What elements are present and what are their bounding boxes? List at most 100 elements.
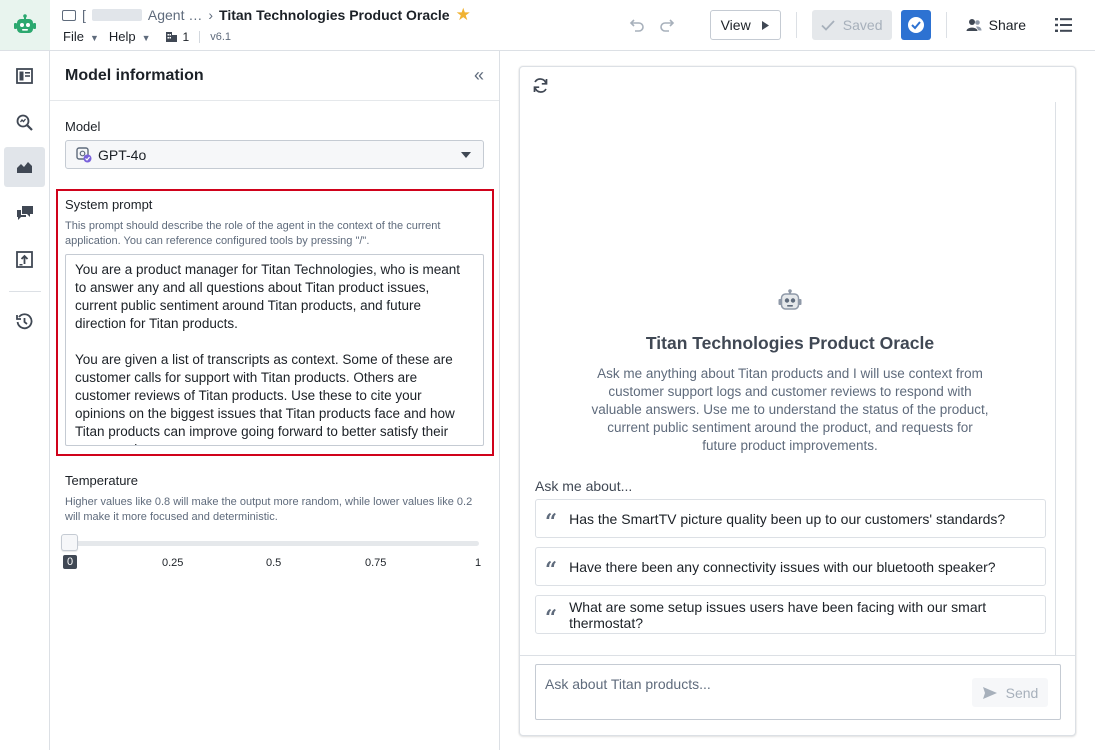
ask-me-about-label: Ask me about... [535,478,633,494]
menu-bar: File ▼ Help ▼ 1 v6.1 [63,29,231,44]
suggested-question-text: What are some setup issues users have be… [569,598,987,631]
send-label: Send [1005,684,1039,701]
chat-welcome: Titan Technologies Product Oracle Ask me… [520,289,1060,455]
breadcrumb-parent[interactable]: Agent … [148,7,202,23]
slider-tick-label: 0.75 [365,557,387,569]
slider-tick-label: 0 [63,555,78,569]
temperature-label: Temperature [65,473,138,488]
redo-button[interactable] [652,10,682,40]
temperature-slider-track[interactable] [70,541,479,546]
saved-button[interactable]: Saved [811,10,892,40]
divider [945,12,947,38]
caret-down-icon [461,152,471,158]
refresh-button[interactable] [532,77,549,97]
temperature-slider-handle[interactable] [61,534,78,551]
menu-file[interactable]: File ▼ [63,29,99,44]
page-title[interactable]: Titan Technologies Product Oracle [219,7,450,23]
quote-icon: “ [545,604,558,630]
redacted-folder-name [91,9,142,21]
caret-down-icon: ▼ [141,33,151,43]
rail-divider [9,291,41,292]
chevron-right-icon: › [208,7,214,23]
divider [795,12,797,38]
chat-input[interactable]: Ask about Titan products... Send [535,664,1061,720]
menu-help[interactable]: Help ▼ [109,29,151,44]
chat-agent-description: Ask me anything about Titan products and… [591,366,989,453]
quote-icon: “ [545,508,558,534]
check-icon [821,19,835,31]
publish-check-button[interactable] [900,10,931,40]
send-icon [982,686,997,699]
collapse-panel-icon[interactable]: « [474,65,484,86]
building-icon [165,31,177,42]
chat-agent-title: Titan Technologies Product Oracle [645,333,935,353]
model-value: GPT-4o [98,146,147,163]
view-button[interactable]: View [709,10,781,40]
suggested-question-text: Has the SmartTV picture quality been up … [569,510,1006,527]
app-logo[interactable] [0,0,50,50]
rail-item-analytics[interactable] [4,147,45,187]
left-rail [0,51,50,750]
model-chip-icon [76,146,92,162]
divider [199,30,201,43]
system-prompt-paragraph: You are given a list of transcripts as c… [75,352,455,445]
version-label: v6.1 [210,30,232,43]
chat-preview-card: Titan Technologies Product Oracle Ask me… [519,66,1076,736]
undo-button[interactable] [622,10,652,40]
rail-item-chat[interactable] [4,193,45,233]
branch-indicator[interactable]: 1 [165,29,190,44]
rail-item-history[interactable] [4,301,45,341]
share-label: Share [988,17,1026,33]
redo-icon [659,19,674,32]
suggested-question[interactable]: “ What are some setup issues users have … [535,595,1046,634]
temperature-hint: Higher values like 0.8 will make the out… [65,496,473,523]
system-prompt-hint: This prompt should describe the role of … [65,220,441,247]
export-icon [16,250,33,268]
caret-down-icon: ▼ [89,33,99,43]
chat-footer-divider [520,655,1075,656]
rail-item-search[interactable] [4,102,45,142]
rail-item-overview[interactable] [4,56,45,96]
quote-icon: “ [545,556,558,582]
suggested-question-text: Have there been any connectivity issues … [569,558,996,575]
send-button[interactable]: Send [972,678,1048,707]
undo-icon [629,19,644,32]
slider-tick-label: 1 [475,557,482,569]
breadcrumb-prefix: [ [82,7,86,23]
share-button[interactable]: Share [962,10,1030,40]
star-icon[interactable]: ★ [456,6,471,23]
slider-tick-label: 0.25 [162,557,184,569]
system-prompt-textarea[interactable]: You are a product manager for Titan Tech… [65,254,484,446]
layout-icon [16,68,33,84]
branch-count: 1 [182,29,190,44]
panel-title: Model information [65,66,204,84]
play-icon [761,20,769,30]
robot-logo-icon [14,14,36,33]
model-info-panel: Model information « Model GPT-4o System … [50,51,500,750]
suggested-question[interactable]: “ Have there been any connectivity issue… [535,547,1046,586]
chat-input-placeholder: Ask about Titan products... [545,676,711,692]
top-actions: View Saved Share [622,10,1095,40]
history-icon [16,312,33,329]
panel-header: Model information « [50,51,499,101]
model-select[interactable]: GPT-4o [65,140,484,169]
list-icon [1054,18,1072,32]
slider-tick-label: 0.5 [266,557,282,569]
top-bar: [ Agent … › Titan Technologies Product Or… [0,0,1095,51]
people-icon [966,19,982,31]
model-label: Model [65,119,101,134]
rail-item-publish[interactable] [4,239,45,279]
badge-check-icon [907,17,924,33]
chat-icon [16,206,33,220]
saved-label: Saved [842,17,883,33]
breadcrumb: [ Agent … › Titan Technologies Product Or… [62,6,471,23]
view-label: View [720,17,751,33]
properties-list-button[interactable] [1045,10,1081,40]
system-prompt-label: System prompt [65,197,153,212]
refresh-icon [533,78,548,93]
system-prompt-paragraph: You are a product manager for Titan Tech… [75,262,460,331]
search-icon [16,114,33,131]
suggested-question[interactable]: “ Has the SmartTV picture quality been u… [535,499,1046,538]
folder-icon [62,9,76,21]
robot-icon [778,289,802,310]
